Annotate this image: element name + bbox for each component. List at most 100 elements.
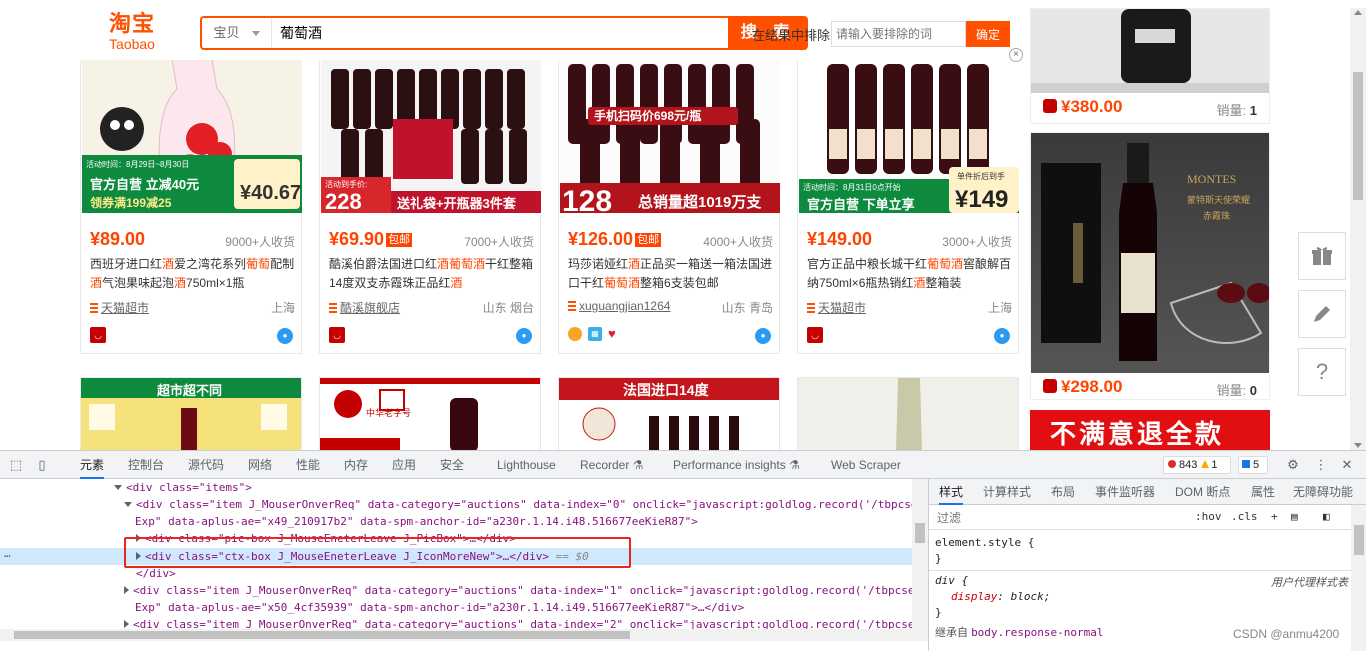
tab-recorder[interactable]: Recorder ⚗ bbox=[580, 451, 643, 479]
tab-accessibility[interactable]: 无障碍功能 bbox=[1293, 479, 1353, 505]
dom-node[interactable]: <div class="items"> bbox=[114, 479, 252, 496]
element-style-rule[interactable]: element.style { bbox=[935, 535, 1034, 551]
dom-node[interactable]: <div class="item J_MouserOnverReq" data-… bbox=[124, 496, 917, 513]
scroll-thumb[interactable] bbox=[14, 631, 630, 639]
close-icon[interactable]: × bbox=[1009, 48, 1023, 62]
collapse-icon[interactable] bbox=[124, 502, 132, 507]
tab-network[interactable]: 网络 bbox=[248, 451, 272, 479]
product-card[interactable]: 手机扫码价698元/瓶 128 总销量超1019万支 ¥126.00 包邮 4000… bbox=[558, 58, 780, 354]
side-product-card[interactable]: ¥380.00 销量: 1 bbox=[1030, 8, 1270, 124]
gift-icon[interactable] bbox=[1298, 232, 1346, 280]
hov-toggle[interactable]: :hov bbox=[1195, 510, 1222, 523]
more-icon[interactable]: ⋮ bbox=[1313, 457, 1329, 473]
paint-icon[interactable]: ▤ bbox=[1291, 510, 1298, 523]
tab-styles[interactable]: 样式 bbox=[939, 479, 964, 505]
search-type-select[interactable]: 宝贝 bbox=[202, 18, 272, 48]
tab-lighthouse[interactable]: Lighthouse bbox=[497, 451, 556, 479]
scroll-up-icon[interactable] bbox=[1354, 10, 1362, 15]
tab-console[interactable]: 控制台 bbox=[128, 451, 164, 479]
wangwang-icon[interactable]: ● bbox=[516, 328, 532, 344]
gear-icon[interactable]: ⚙ bbox=[1285, 457, 1301, 473]
tab-web-scraper[interactable]: Web Scraper bbox=[831, 451, 901, 479]
shop-link[interactable]: 酷溪旗舰店 bbox=[340, 301, 400, 315]
tmall-icon[interactable]: ◡ bbox=[807, 327, 823, 343]
dom-node[interactable]: <div class="item J_MouserOnverReq" data-… bbox=[124, 582, 914, 599]
wangwang-icon[interactable]: ● bbox=[755, 328, 771, 344]
taobao-logo[interactable]: 淘宝 Taobao bbox=[102, 12, 162, 56]
product-image[interactable]: 活动时间：8月29日~8月30日 官方自营 立减40元 领券满199减25 ¥4… bbox=[82, 59, 302, 213]
tab-sources[interactable]: 源代码 bbox=[188, 451, 224, 479]
search-input[interactable] bbox=[278, 21, 718, 45]
cls-toggle[interactable]: .cls bbox=[1231, 510, 1258, 523]
shop-link[interactable]: xuguangjian1264 bbox=[579, 299, 670, 313]
product-title[interactable]: 玛莎诺娅红酒正品买一箱送一箱法国进口干红葡萄酒整箱6支装包邮 bbox=[568, 255, 773, 293]
product-card[interactable] bbox=[797, 377, 1019, 450]
expand-icon[interactable] bbox=[124, 620, 129, 628]
product-image[interactable]: MONTES 蒙特斯天使荣耀 赤霞珠 bbox=[1031, 133, 1271, 373]
collapse-icon[interactable] bbox=[114, 485, 122, 490]
tab-performance-insights[interactable]: Performance insights ⚗ bbox=[673, 451, 800, 479]
refund-banner[interactable]: 不满意退全款 bbox=[1030, 410, 1270, 450]
product-title[interactable]: 官方正品中粮长城干红葡萄酒窖酿解百纳750ml×6瓶热销红酒整箱装 bbox=[807, 255, 1012, 293]
scroll-thumb[interactable] bbox=[1354, 525, 1364, 555]
issues-badge[interactable]: 843 1 bbox=[1163, 456, 1231, 474]
more-dots[interactable]: … bbox=[4, 545, 11, 562]
tab-computed[interactable]: 计算样式 bbox=[983, 479, 1031, 505]
product-card[interactable]: 活动时间：8月29日~8月30日 官方自营 立减40元 领券满199减25 ¥4… bbox=[80, 58, 302, 354]
dom-node-continuation[interactable]: Exp" data-aplus-ae="x49_210917b2" data-s… bbox=[135, 513, 698, 530]
shop-link[interactable]: 天猫超市 bbox=[818, 301, 866, 315]
gold-seller-icon[interactable] bbox=[568, 327, 582, 341]
product-image[interactable] bbox=[798, 378, 1018, 450]
tab-layout[interactable]: 布局 bbox=[1051, 479, 1075, 505]
product-image[interactable]: 活动时间：8月31日0点开始 官方自营 下单立享 单件折后到手 ¥149 bbox=[799, 59, 1019, 213]
filter-input[interactable] bbox=[935, 510, 1185, 526]
sidebar-toggle-icon[interactable]: ◧ bbox=[1323, 510, 1330, 523]
css-declaration[interactable]: display: block; bbox=[935, 589, 1050, 605]
help-icon[interactable]: ? bbox=[1298, 348, 1346, 396]
wangwang-icon[interactable]: ● bbox=[994, 328, 1010, 344]
close-icon[interactable]: ✕ bbox=[1339, 457, 1355, 473]
tab-elements[interactable]: 元素 bbox=[80, 451, 105, 479]
plus-icon[interactable]: + bbox=[1271, 510, 1278, 523]
inspect-icon[interactable]: ⬚ bbox=[8, 457, 24, 473]
div-rule[interactable]: div { bbox=[935, 573, 968, 589]
tab-application[interactable]: 应用 bbox=[392, 451, 416, 479]
tab-event-listeners[interactable]: 事件监听器 bbox=[1095, 479, 1155, 505]
product-title[interactable]: 酷溪伯爵法国进口红酒葡萄酒干红整箱14度双支赤霞珠正品红酒 bbox=[329, 255, 534, 293]
tab-dom-breakpoints[interactable]: DOM 断点 bbox=[1175, 479, 1230, 505]
tab-performance[interactable]: 性能 bbox=[296, 451, 320, 479]
tmall-icon[interactable]: ◡ bbox=[90, 327, 106, 343]
scroll-down-icon[interactable] bbox=[1354, 443, 1362, 448]
shop-link[interactable]: 天猫超市 bbox=[101, 301, 149, 315]
exclude-confirm-button[interactable]: 确定 bbox=[966, 21, 1010, 47]
tab-security[interactable]: 安全 bbox=[440, 451, 464, 479]
exclude-input[interactable] bbox=[831, 21, 966, 47]
product-image[interactable]: 手机扫码价698元/瓶 128 总销量超1019万支 bbox=[560, 59, 780, 213]
product-card[interactable]: 超市超不同 bbox=[80, 377, 302, 450]
device-toggle-icon[interactable]: ▯ bbox=[34, 457, 50, 473]
heart-icon[interactable]: ♥ bbox=[608, 327, 622, 341]
tab-memory[interactable]: 内存 bbox=[344, 451, 368, 479]
tmall-icon[interactable]: ◡ bbox=[329, 327, 345, 343]
product-card[interactable]: 法国进口14度 bbox=[558, 377, 780, 450]
tab-properties[interactable]: 属性 bbox=[1251, 479, 1275, 505]
scroll-thumb[interactable] bbox=[915, 523, 925, 543]
product-image[interactable]: 活动到手价: 228 送礼袋+开瓶器3件套 bbox=[321, 59, 541, 213]
styles-scrollbar[interactable] bbox=[1351, 505, 1366, 651]
product-title[interactable]: 西班牙进口红酒爱之湾花系列葡萄配制酒气泡果味起泡酒750ml×1瓶 bbox=[90, 255, 295, 293]
scroll-thumb[interactable] bbox=[1353, 72, 1363, 200]
side-product-card[interactable]: MONTES 蒙特斯天使荣耀 赤霞珠 ¥298.00 销量: 0 bbox=[1030, 132, 1271, 400]
messages-badge[interactable]: 5 bbox=[1238, 456, 1268, 474]
edit-icon[interactable] bbox=[1298, 290, 1346, 338]
dom-node[interactable]: <div class="item J_MouserOnverReq" data-… bbox=[124, 616, 914, 629]
assurance-icon[interactable]: ▦ bbox=[588, 327, 602, 341]
product-image[interactable] bbox=[1031, 9, 1269, 93]
elements-scrollbar[interactable] bbox=[912, 479, 928, 629]
elements-hscrollbar[interactable] bbox=[0, 629, 928, 641]
product-card[interactable]: 活动时间：8月31日0点开始 官方自营 下单立享 单件折后到手 ¥149 ¥14… bbox=[797, 58, 1019, 354]
wangwang-icon[interactable]: ● bbox=[277, 328, 293, 344]
page-scrollbar[interactable] bbox=[1350, 8, 1366, 450]
product-card[interactable]: 中华老字号 bbox=[319, 377, 541, 450]
product-card[interactable]: 活动到手价: 228 送礼袋+开瓶器3件套 ¥69.90 包邮 7000+人收货 酷… bbox=[319, 58, 541, 354]
dom-node-continuation[interactable]: Exp" data-aplus-ae="x50_4cf35939" data-s… bbox=[135, 599, 744, 616]
